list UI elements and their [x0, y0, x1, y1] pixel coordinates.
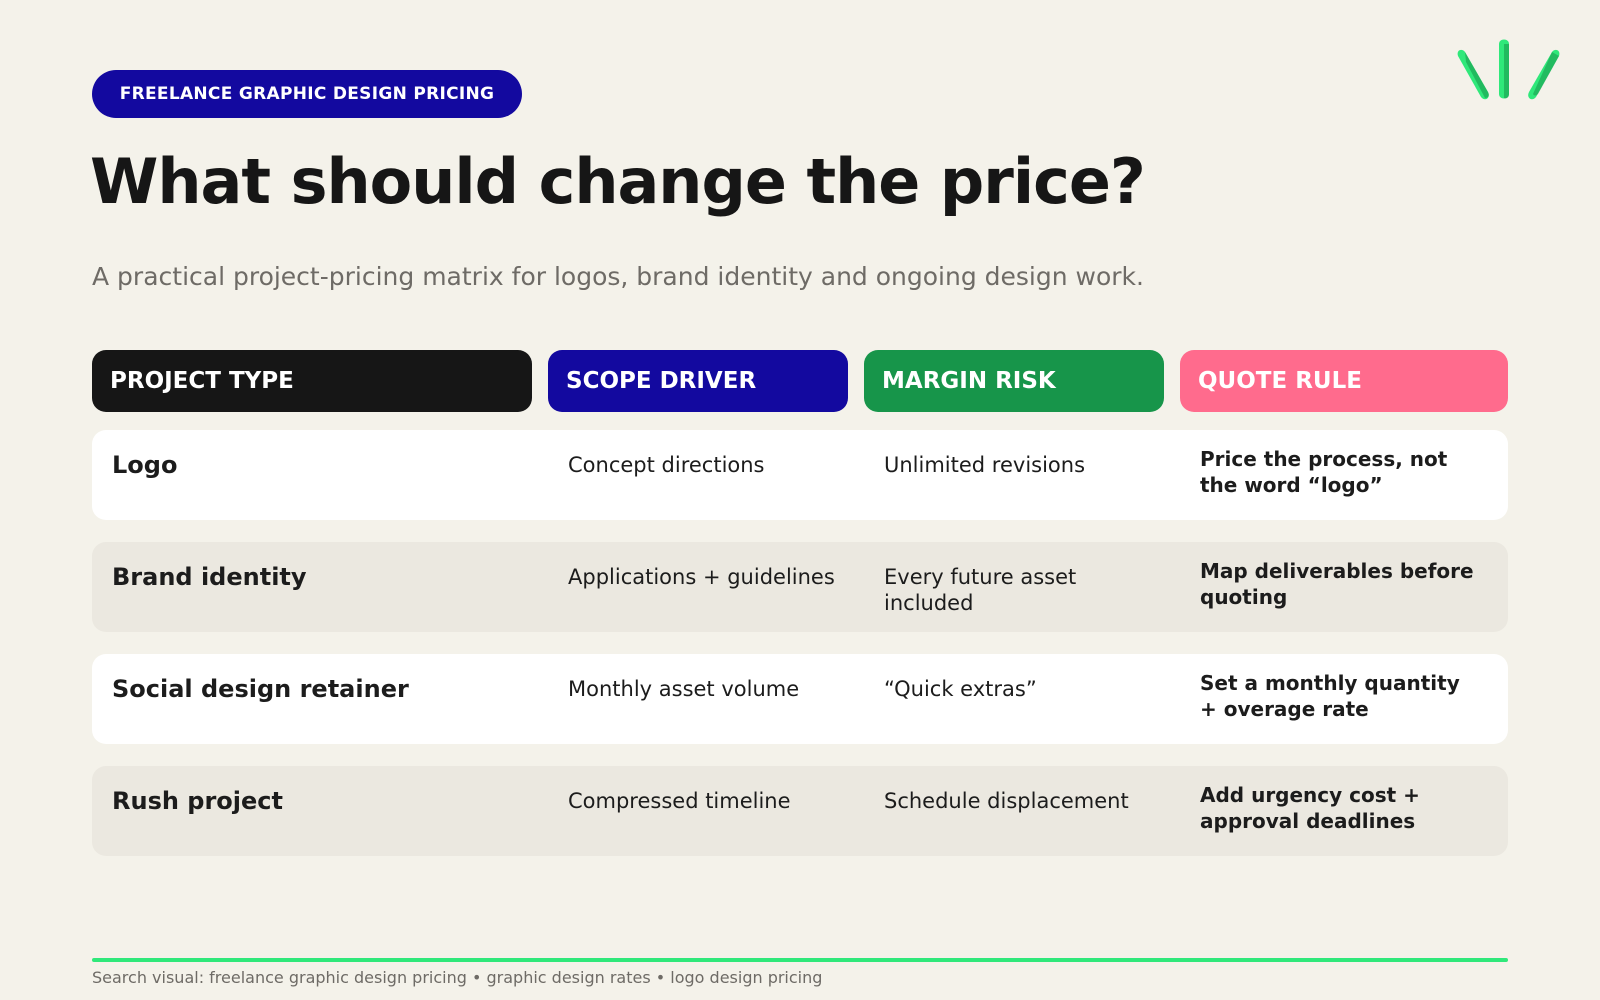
quote-rule-cell: Map deliverables before quoting — [1200, 559, 1474, 609]
footer-caption: Search visual: freelance graphic design … — [92, 968, 823, 987]
footer-divider — [92, 958, 1508, 962]
quote-rule-cell: Add urgency cost + approval deadlines — [1200, 783, 1420, 833]
header-project-type: PROJECT TYPE — [92, 350, 532, 412]
table-row: Logo Concept directions Unlimited revisi… — [92, 430, 1508, 520]
scope-driver-cell: Compressed timeline — [568, 789, 791, 813]
header-quote-rule: QUOTE RULE — [1180, 350, 1508, 412]
page-subtitle: A practical project-pricing matrix for l… — [92, 262, 1144, 291]
category-badge: FREELANCE GRAPHIC DESIGN PRICING — [92, 70, 522, 118]
page-title: What should change the price? — [90, 145, 1146, 218]
project-type-cell: Brand identity — [112, 563, 307, 591]
scope-driver-cell: Monthly asset volume — [568, 677, 800, 701]
margin-risk-cell: Every future asset included — [884, 565, 1077, 615]
scope-driver-cell: Applications + guidelines — [568, 565, 835, 589]
table-row: Social design retainer Monthly asset vol… — [92, 654, 1508, 744]
margin-risk-cell: Unlimited revisions — [884, 453, 1086, 477]
table-row: Rush project Compressed timeline Schedul… — [92, 766, 1508, 856]
margin-risk-cell: Schedule displacement — [884, 789, 1129, 813]
project-type-cell: Social design retainer — [112, 675, 409, 703]
table-row: Brand identity Applications + guidelines… — [92, 542, 1508, 632]
quote-rule-cell: Set a monthly quantity + overage rate — [1200, 671, 1460, 721]
margin-risk-cell: “Quick extras” — [884, 677, 1037, 701]
quote-rule-cell: Price the process, not the word “logo” — [1200, 447, 1448, 497]
pricing-slide: FREELANCE GRAPHIC DESIGN PRICING What sh… — [0, 0, 1600, 1000]
project-type-cell: Logo — [112, 451, 178, 479]
project-type-cell: Rush project — [112, 787, 283, 815]
leaf-sprout-icon — [1457, 39, 1560, 100]
header-scope-driver: SCOPE DRIVER — [548, 350, 848, 412]
header-margin-risk: MARGIN RISK — [864, 350, 1164, 412]
scope-driver-cell: Concept directions — [568, 453, 765, 477]
